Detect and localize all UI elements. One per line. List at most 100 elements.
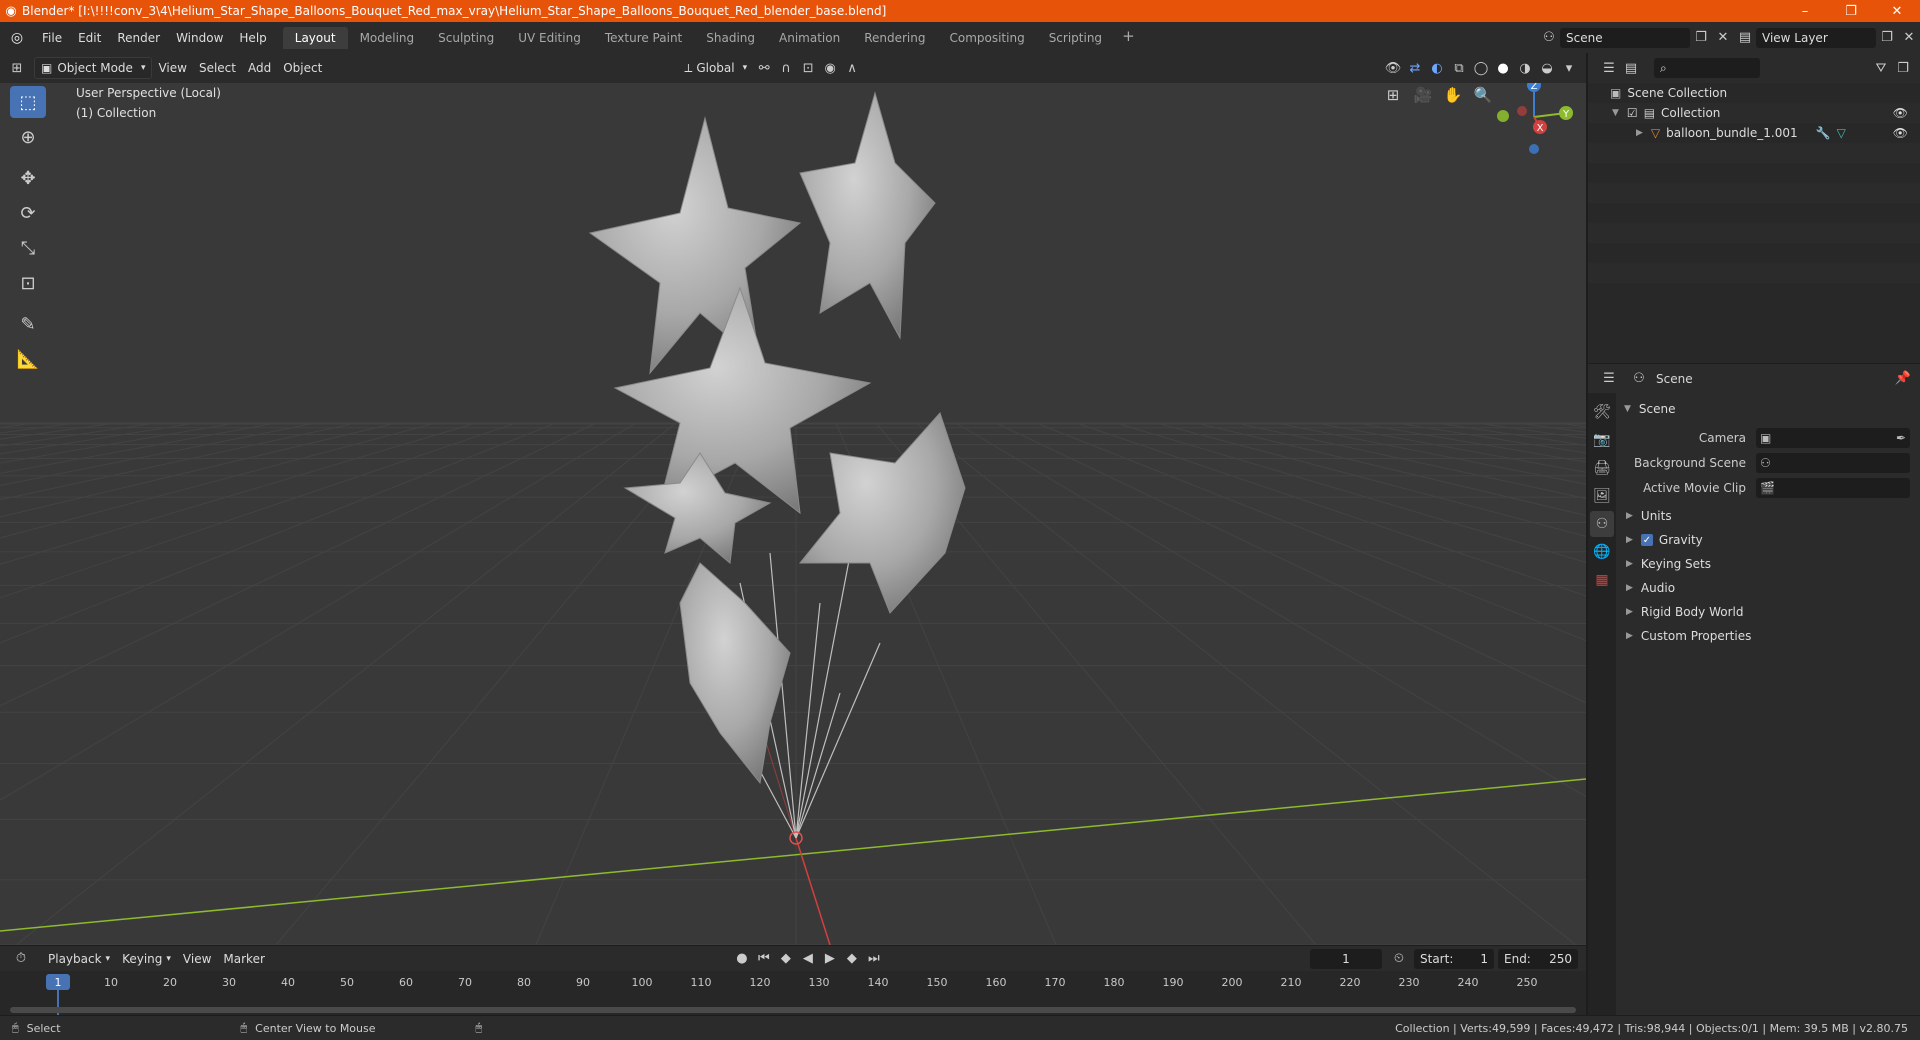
render-tab-icon[interactable]: 📷 <box>1590 427 1614 453</box>
current-frame-field[interactable]: 1 <box>1310 948 1382 969</box>
world-tab-icon[interactable]: 🌐 <box>1590 539 1614 565</box>
keying-sets-panel[interactable]: ▶ Keying Sets <box>1616 552 1920 576</box>
add-workspace-icon[interactable]: + <box>1114 27 1143 49</box>
solid-shading-icon[interactable]: ● <box>1492 57 1514 79</box>
tab-modeling[interactable]: Modeling <box>348 27 427 49</box>
menu-render[interactable]: Render <box>109 27 168 49</box>
camera-view-icon[interactable]: 🎥 <box>1410 83 1436 108</box>
output-tab-icon[interactable]: 🖨 <box>1590 455 1614 481</box>
collapse-arrow-icon[interactable]: ▶ <box>1636 128 1643 138</box>
snap-icon[interactable]: ∩ <box>775 57 797 79</box>
visibility-icon[interactable]: 👁 <box>1382 57 1404 79</box>
scale-tool-icon[interactable]: ⤡ <box>10 232 46 264</box>
scene-tab-icon[interactable]: ⚇ <box>1590 511 1614 537</box>
visibility-eye-icon[interactable]: 👁 <box>1893 126 1908 140</box>
scene-panel-header[interactable]: ▼ Scene <box>1616 397 1920 421</box>
shading-options-icon[interactable]: ▾ <box>1558 57 1580 79</box>
material-shading-icon[interactable]: ◑ <box>1514 57 1536 79</box>
tool-tab-icon[interactable]: 🛠 <box>1590 399 1614 425</box>
record-icon[interactable]: ● <box>731 948 753 970</box>
camera-field[interactable]: ▣ ✒ <box>1756 427 1910 448</box>
proportional-edit-icon[interactable]: ◉ <box>819 57 841 79</box>
end-frame-field[interactable]: End: 250 <box>1498 948 1578 969</box>
falloff-icon[interactable]: ∧ <box>841 57 863 79</box>
tab-layout[interactable]: Layout <box>282 26 348 49</box>
outliner-row-scene-collection[interactable]: ▣ Scene Collection <box>1588 83 1920 103</box>
view-layer-icon[interactable]: ▤ <box>1734 27 1756 49</box>
outliner-row-collection[interactable]: ▼ ☑ ▤ Collection 👁 <box>1588 103 1920 123</box>
tab-animation[interactable]: Animation <box>767 27 852 49</box>
rigid-body-world-panel[interactable]: ▶ Rigid Body World <box>1616 600 1920 624</box>
scene-icon[interactable]: ⚇ <box>1538 27 1560 49</box>
annotate-tool-icon[interactable]: ✎ <box>10 308 46 340</box>
transform-orientation-dropdown[interactable]: ⟂ Global ▾ <box>678 57 753 79</box>
next-keyframe-icon[interactable]: ◆ <box>841 948 863 970</box>
tab-compositing[interactable]: Compositing <box>937 27 1036 49</box>
rendered-shading-icon[interactable]: ◒ <box>1536 57 1558 79</box>
tab-rendering[interactable]: Rendering <box>852 27 937 49</box>
gravity-panel[interactable]: ▶ ✓ Gravity <box>1616 528 1920 552</box>
gizmo-toggle-icon[interactable]: ⇄ <box>1404 57 1426 79</box>
outliner-search-input[interactable]: ⌕ <box>1654 58 1760 78</box>
active-movie-clip-field[interactable]: 🎬 <box>1756 477 1910 498</box>
blender-menu-icon[interactable]: ◎ <box>0 30 34 46</box>
modifier-wrench-icon[interactable]: 🔧 <box>1816 126 1831 140</box>
preview-range-icon[interactable]: ⏲ <box>1388 948 1410 970</box>
mesh-data-icon[interactable]: ▽ <box>1837 126 1846 140</box>
view-layer-tab-icon[interactable]: 🖼 <box>1590 483 1614 509</box>
move-tool-icon[interactable]: ✥ <box>10 162 46 194</box>
tab-texture-paint[interactable]: Texture Paint <box>593 27 694 49</box>
timeline-menu-marker[interactable]: Marker <box>217 948 270 970</box>
new-view-layer-icon[interactable]: ❐ <box>1876 27 1898 49</box>
measure-tool-icon[interactable]: 📐 <box>10 343 46 375</box>
tab-sculpting[interactable]: Sculpting <box>426 27 506 49</box>
play-reverse-icon[interactable]: ◀ <box>797 948 819 970</box>
units-panel[interactable]: ▶ Units <box>1616 504 1920 528</box>
texture-tab-icon[interactable]: ▦ <box>1590 567 1614 593</box>
visibility-eye-icon[interactable]: 👁 <box>1893 106 1908 120</box>
expand-arrow-icon[interactable]: ▼ <box>1612 108 1619 118</box>
restore-icon[interactable]: ❐ <box>1828 0 1874 22</box>
tab-scripting[interactable]: Scripting <box>1037 27 1114 49</box>
menu-view[interactable]: View <box>152 57 192 79</box>
outliner-row-balloon-bundle[interactable]: ▶ ▽ balloon_bundle_1.001 🔧 ▽ 👁 <box>1588 123 1920 143</box>
overlay-toggle-icon[interactable]: ◐ <box>1426 57 1448 79</box>
menu-object[interactable]: Object <box>277 57 328 79</box>
timeline-scrollbar[interactable] <box>10 1007 1576 1013</box>
jump-start-icon[interactable]: ⏮ <box>753 948 775 970</box>
prev-keyframe-icon[interactable]: ◆ <box>775 948 797 970</box>
custom-properties-panel[interactable]: ▶ Custom Properties <box>1616 624 1920 648</box>
pivot-icon[interactable]: ⚯ <box>753 57 775 79</box>
navigation-gizmo[interactable]: Z Y X <box>1486 83 1582 165</box>
outliner-editor-type-icon[interactable]: ☰ <box>1598 57 1620 79</box>
keying-dropdown[interactable]: Keying ▾ <box>116 948 177 970</box>
audio-panel[interactable]: ▶ Audio <box>1616 576 1920 600</box>
tab-shading[interactable]: Shading <box>694 27 767 49</box>
checkbox-icon[interactable]: ☑ <box>1627 106 1638 120</box>
eyedropper-icon[interactable]: ✒ <box>1896 431 1906 445</box>
timeline-area[interactable]: 1 10 20 30 40 50 60 70 80 90 100 110 120 130 140 150 160… <box>0 971 1586 1015</box>
background-scene-field[interactable]: ⚇ <box>1756 452 1910 473</box>
timeline-editor-type-icon[interactable]: ⏱ <box>10 948 32 970</box>
pin-icon[interactable]: 📌 <box>1892 368 1914 390</box>
rotate-tool-icon[interactable]: ⟳ <box>10 197 46 229</box>
new-scene-icon[interactable]: ❐ <box>1690 27 1712 49</box>
xray-icon[interactable]: ⧉ <box>1448 57 1470 79</box>
delete-view-layer-icon[interactable]: ✕ <box>1898 27 1920 49</box>
snap-target-icon[interactable]: ⊡ <box>797 57 819 79</box>
menu-edit[interactable]: Edit <box>70 27 109 49</box>
close-icon[interactable]: ✕ <box>1874 0 1920 22</box>
new-collection-icon[interactable]: ❐ <box>1892 57 1914 79</box>
gravity-checkbox[interactable]: ✓ <box>1640 534 1653 546</box>
start-frame-field[interactable]: Start: 1 <box>1414 948 1494 969</box>
menu-window[interactable]: Window <box>168 27 231 49</box>
3d-viewport[interactable]: User Perspective (Local) (1) Collection … <box>0 83 1586 945</box>
view-layer-selector[interactable]: View Layer <box>1756 27 1876 48</box>
menu-file[interactable]: File <box>34 27 70 49</box>
timeline-menu-view[interactable]: View <box>177 948 217 970</box>
delete-scene-icon[interactable]: ✕ <box>1712 27 1734 49</box>
menu-add[interactable]: Add <box>242 57 277 79</box>
scene-selector[interactable]: Scene <box>1560 27 1690 48</box>
filter-icon[interactable]: ⛛ <box>1870 57 1892 79</box>
wireframe-shading-icon[interactable]: ◯ <box>1470 57 1492 79</box>
